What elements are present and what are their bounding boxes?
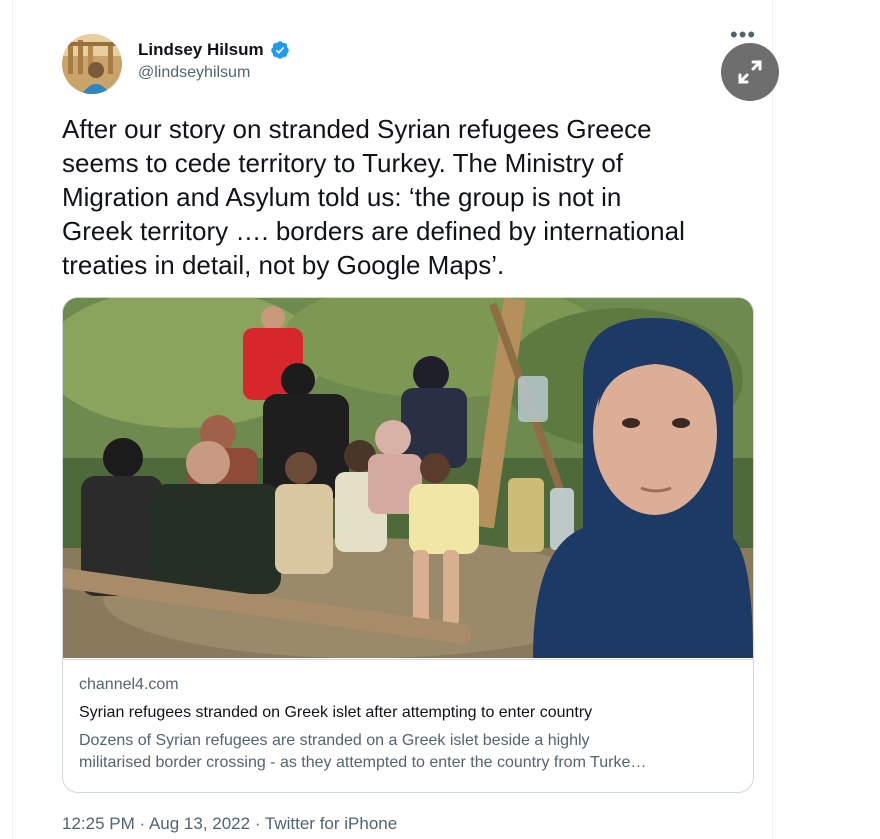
tweet-timestamp: 12:25 PM · Aug 13, 2022 · Twitter for iP… bbox=[62, 814, 397, 834]
author-display-name[interactable]: Lindsey Hilsum bbox=[138, 40, 264, 60]
tweet-time[interactable]: 12:25 PM bbox=[62, 814, 135, 833]
avatar[interactable] bbox=[62, 34, 122, 94]
card-body[interactable]: channel4.com Syrian refugees stranded on… bbox=[63, 659, 753, 792]
verified-badge-icon bbox=[270, 41, 289, 59]
tweet-date[interactable]: Aug 13, 2022 bbox=[149, 814, 250, 833]
separator: · bbox=[250, 814, 265, 833]
author-handle[interactable]: @lindseyhilsum bbox=[138, 64, 250, 82]
timeline-right-border bbox=[772, 0, 773, 839]
card-image[interactable] bbox=[63, 298, 753, 658]
tweet: Lindsey Hilsum @lindseyhilsum ••• After … bbox=[40, 0, 779, 839]
expand-icon bbox=[738, 60, 762, 84]
timeline-left-border bbox=[12, 0, 13, 839]
card-title: Syrian refugees stranded on Greek islet … bbox=[79, 704, 593, 721]
more-options-icon[interactable]: ••• bbox=[730, 24, 756, 46]
tweet-source[interactable]: Twitter for iPhone bbox=[265, 814, 397, 833]
card-description: Dozens of Syrian refugees are stranded o… bbox=[79, 732, 647, 771]
separator: · bbox=[134, 814, 149, 833]
author-name[interactable]: Lindsey Hilsum bbox=[138, 40, 290, 60]
avatar-image bbox=[62, 34, 122, 94]
card-domain: channel4.com bbox=[79, 676, 179, 693]
tweet-text: After our story on stranded Syrian refug… bbox=[62, 114, 685, 280]
link-card[interactable]: channel4.com Syrian refugees stranded on… bbox=[62, 297, 754, 793]
expand-button[interactable] bbox=[721, 43, 779, 101]
